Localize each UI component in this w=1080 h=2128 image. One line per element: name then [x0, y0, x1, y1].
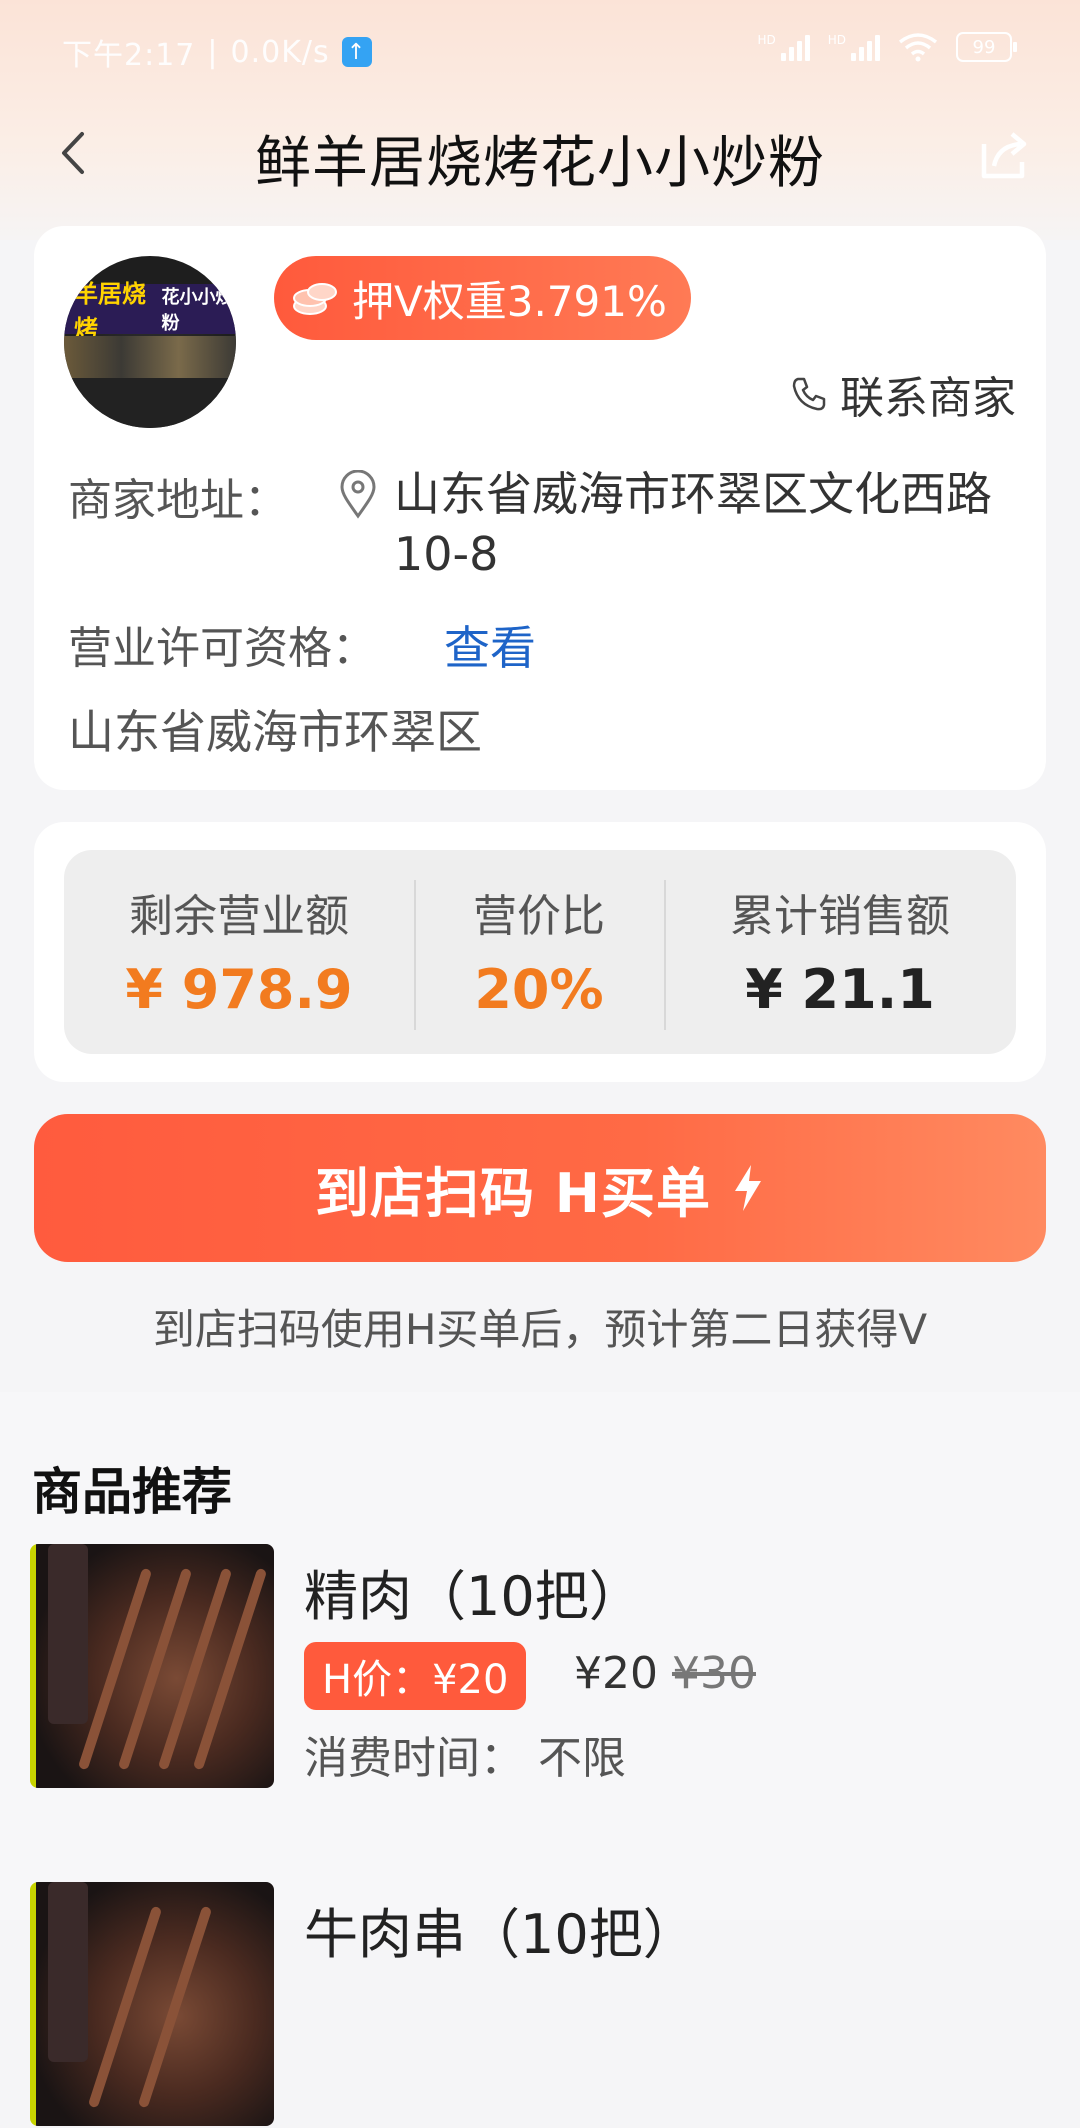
product-image-bottle: [48, 1544, 88, 1724]
status-bar: 下午2:17 | 0.0K/s ↑ HD HD 99: [0, 0, 1080, 100]
h-price-badge: H价：¥20: [304, 1642, 527, 1710]
page-title: 鲜羊居烧烤花小小炒粉: [255, 131, 825, 196]
status-time: 下午2:17: [62, 38, 196, 73]
stat-label: 累计销售额: [730, 891, 950, 942]
avatar-sign-secondary: 花小小炒粉: [161, 287, 234, 334]
product-name: 牛肉串（10把）: [304, 1903, 697, 1966]
product-image: [30, 1882, 274, 2126]
stats-card: 剩余营业额 ¥ 978.9 营价比 20% 累计销售额 ¥ 21.1: [34, 822, 1046, 1082]
product-name: 精肉（10把）: [304, 1565, 643, 1628]
battery-level: 99: [972, 36, 996, 58]
cta-hint: 到店扫码使用H买单后，预计第二日获得V: [152, 1305, 928, 1354]
stat-value: ¥ 21.1: [745, 958, 935, 1021]
merchant-region: 山东省威海市环翠区: [68, 705, 482, 759]
location-pin-icon: [340, 470, 376, 519]
wifi-icon: [898, 33, 938, 62]
product-image-skewer: [192, 1567, 268, 1771]
stat-remaining-revenue: 剩余营业额 ¥ 978.9: [64, 850, 414, 1054]
stat-label: 营价比: [473, 891, 605, 942]
stat-value: 20%: [474, 958, 604, 1021]
battery-icon: 99: [956, 32, 1017, 62]
scan-to-pay-button[interactable]: 到店扫码 H买单: [34, 1114, 1046, 1262]
product-image-skewer: [157, 1567, 233, 1771]
merchant-card: 羊居烧烤 花小小炒粉 押V权重3.791% 联系商家 商家地址： 山东省威海市环翠…: [34, 226, 1046, 790]
license-label: 营业许可资格：: [68, 623, 376, 674]
navigation-bar: 鲜羊居烧烤花小小炒粉: [0, 100, 1080, 210]
avatar-sign: 羊居烧烤 花小小炒粉: [64, 280, 236, 343]
avatar-sign-text: 羊居烧烤: [74, 280, 146, 343]
phone-icon: [792, 377, 826, 411]
merchant-avatar: 羊居烧烤 花小小炒粉: [64, 256, 236, 428]
avatar-crowd: [64, 378, 236, 428]
lightning-icon: [735, 1165, 761, 1211]
product-item[interactable]: 精肉（10把） H价：¥20 ¥20 ¥30 消费时间： 不限: [30, 1544, 1050, 1790]
contact-label: 联系商家: [840, 373, 1016, 424]
weight-badge: 押V权重3.791%: [274, 256, 691, 340]
current-price: ¥20: [574, 1648, 658, 1699]
original-price: ¥30: [671, 1648, 756, 1699]
product-image-bottle: [48, 1882, 88, 2062]
address-label: 商家地址：: [68, 475, 288, 526]
stat-value: ¥ 978.9: [125, 958, 353, 1021]
product-image: [30, 1544, 274, 1788]
status-right: HD HD 99: [757, 32, 1017, 62]
consumption-time: 消费时间： 不限: [304, 1733, 626, 1784]
cta-label: 到店扫码 H买单: [315, 1161, 711, 1225]
product-image-skewer: [117, 1567, 193, 1771]
product-price: ¥20 ¥30: [574, 1648, 756, 1699]
stat-price-ratio: 营价比 20%: [414, 850, 664, 1054]
license-view-link[interactable]: 查看: [444, 612, 536, 678]
signal-icon: HD: [757, 33, 810, 61]
status-left: 下午2:17 | 0.0K/s ↑: [62, 30, 372, 74]
stat-total-sales: 累计销售额 ¥ 21.1: [664, 850, 1016, 1054]
share-icon[interactable]: [978, 128, 1032, 182]
stat-label: 剩余营业额: [129, 891, 349, 942]
coins-icon: [293, 283, 337, 315]
recommend-title: 商品推荐: [32, 1463, 232, 1521]
recommend-section: 商品推荐 精肉（10把） H价：¥20 ¥20 ¥30 消费时间： 不限 牛肉串（…: [0, 1392, 1080, 2126]
address-value: 山东省威海市环翠区文化西路10-8: [394, 467, 992, 581]
weight-text: 押V权重3.791%: [352, 276, 667, 326]
status-separator: |: [207, 34, 219, 70]
stats-panel: 剩余营业额 ¥ 978.9 营价比 20% 累计销售额 ¥ 21.1: [64, 850, 1016, 1054]
product-image-skewer: [77, 1567, 153, 1771]
signal-icon-2: HD: [828, 33, 880, 61]
upload-icon: ↑: [341, 37, 372, 67]
contact-merchant-button[interactable]: 联系商家: [790, 362, 1016, 426]
network-speed: 0.0K/s: [230, 34, 330, 70]
product-item[interactable]: 牛肉串（10把）: [30, 1882, 1050, 2128]
